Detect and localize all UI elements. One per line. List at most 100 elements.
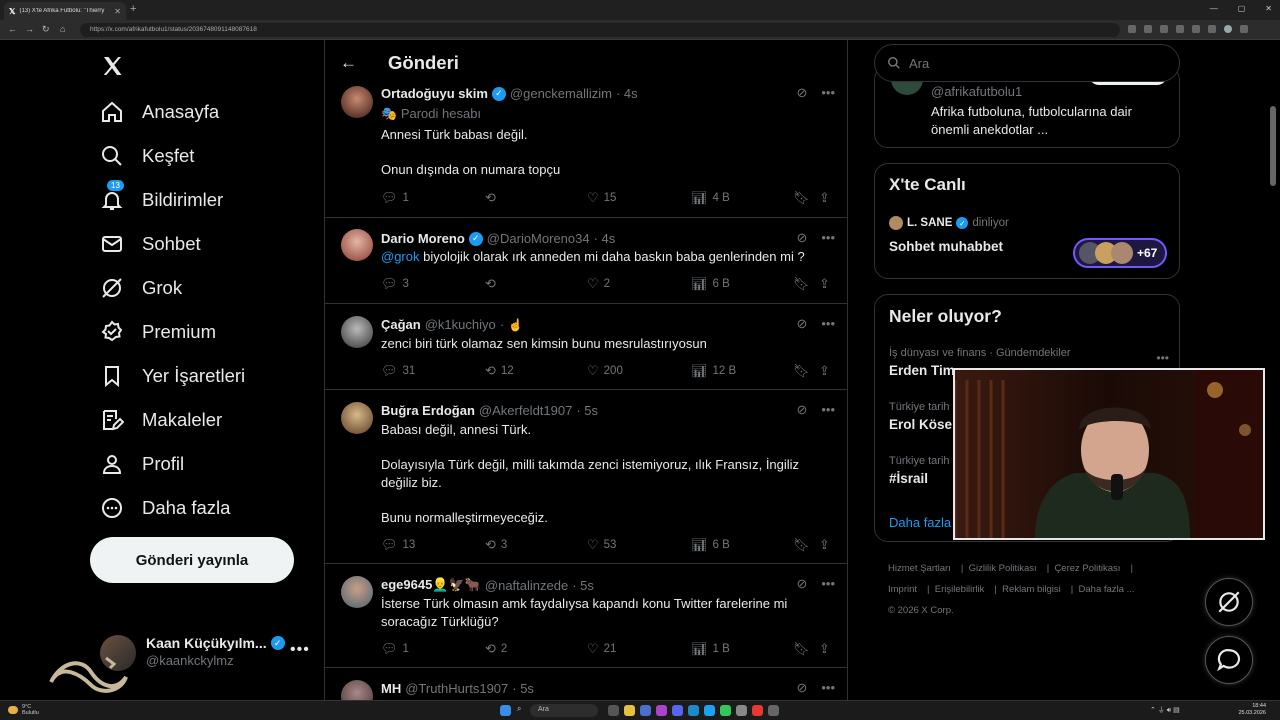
extension-icon[interactable] (1144, 25, 1152, 33)
new-tab-button[interactable]: + (130, 3, 136, 15)
space-listeners[interactable]: +67 (1073, 238, 1167, 268)
browser-menu-icon[interactable] (1240, 25, 1248, 33)
reply-tweet[interactable]: MH @TruthHurts1907 · 5s ⊘ ••• (325, 668, 847, 700)
trend-item[interactable]: Türkiye tarih #İsrail (889, 455, 950, 486)
sidebar-item-messages[interactable]: Sohbet (100, 232, 201, 256)
app-icon[interactable] (752, 705, 763, 716)
tab-close-icon[interactable]: ✕ (114, 7, 121, 16)
reply-button[interactable]: 💬︎ 1 (381, 190, 409, 206)
search-input[interactable] (909, 55, 1159, 71)
weather-widget[interactable]: 9°C Bulutlu (22, 704, 39, 716)
tweet-time[interactable]: · 4s (594, 231, 616, 246)
grok-icon[interactable]: ⊘ (796, 680, 807, 696)
avatar[interactable] (341, 316, 373, 348)
reply-tweet[interactable]: Buğra Erdoğan @Akerfeldt1907 · 5s ⊘ ••• … (325, 390, 847, 564)
extension-icon[interactable] (1128, 25, 1136, 33)
app-icon[interactable] (656, 705, 667, 716)
grok-icon[interactable]: ⊘ (796, 576, 807, 592)
bookmark-button[interactable]: 🔖︎ (793, 363, 810, 379)
app-icon[interactable] (608, 705, 619, 716)
taskbar-clock[interactable]: 18:44 25.03.2026 (1238, 703, 1266, 717)
views-button[interactable]: 📊︎ 1 B (691, 641, 730, 657)
tweet-time[interactable]: · 5s (576, 403, 598, 418)
bookmark-button[interactable]: 🔖︎ (793, 641, 810, 657)
share-button[interactable]: ⇪ (819, 190, 830, 206)
tweet-more-icon[interactable]: ••• (821, 680, 835, 696)
footer-link[interactable]: Çerez Politikası (1054, 563, 1120, 574)
retweet-button[interactable]: ⟲ 12 (485, 363, 514, 379)
sidebar-item-home[interactable]: Anasayfa (100, 100, 219, 124)
tweet-time[interactable]: · 5s (572, 578, 594, 593)
bookmark-button[interactable]: 🔖︎ (793, 537, 810, 553)
author-handle[interactable]: @naftalinzede (485, 578, 568, 593)
extension-icon[interactable] (1192, 25, 1200, 33)
footer-link[interactable]: Hizmet Şartları (888, 563, 951, 574)
like-button[interactable]: ♡ 200 (587, 363, 623, 379)
app-icon[interactable] (688, 705, 699, 716)
sidebar-item-premium[interactable]: Premium (100, 320, 216, 344)
bookmark-button[interactable]: 🔖︎ (793, 190, 810, 206)
browser-profile-avatar[interactable] (1224, 25, 1232, 33)
reply-tweet[interactable]: Dario Moreno ✓ @DarioMoreno34 · 4s ⊘ •••… (325, 218, 847, 304)
reply-button[interactable]: 💬︎ 1 (381, 641, 409, 657)
grok-icon[interactable]: ⊘ (796, 85, 807, 101)
forward-nav-button[interactable]: → (25, 24, 34, 34)
extension-icon[interactable] (1160, 25, 1168, 33)
back-nav-button[interactable]: ← (8, 24, 17, 34)
home-nav-button[interactable]: ⌂ (60, 24, 65, 34)
trend-more-icon[interactable]: ••• (1156, 351, 1169, 365)
reply-button[interactable]: 💬︎ 3 (381, 276, 409, 292)
post-button[interactable]: Gönderi yayınla (90, 537, 294, 583)
tweet-more-icon[interactable]: ••• (821, 316, 835, 332)
retweet-button[interactable]: ⟲ 3 (485, 537, 507, 553)
profile-handle[interactable]: @afrikafutbolu1 (931, 84, 1022, 99)
system-tray-icons[interactable]: ⌃ ⏚ 🔊︎ ▤ (1150, 705, 1180, 715)
like-button[interactable]: ♡ 2 (587, 276, 610, 292)
footer-link[interactable]: Reklam bilgisi (1002, 584, 1061, 595)
sidebar-item-grok[interactable]: Grok (100, 276, 182, 300)
grok-icon[interactable]: ⊘ (796, 402, 807, 418)
windows-start-icon[interactable] (500, 705, 511, 716)
tweet-time[interactable]: · 5s (512, 681, 534, 696)
author-name[interactable]: ege9645👱‍♂️🦅🐂 (381, 577, 481, 593)
tweet-more-icon[interactable]: ••• (821, 85, 835, 101)
like-button[interactable]: ♡ 15 (587, 190, 616, 206)
tweet-more-icon[interactable]: ••• (821, 402, 835, 418)
views-button[interactable]: 📊︎ 6 B (691, 537, 730, 553)
share-button[interactable]: ⇪ (819, 363, 830, 379)
sidebar-item-articles[interactable]: Makaleler (100, 408, 222, 432)
views-button[interactable]: 📊︎ 6 B (691, 276, 730, 292)
footer-link[interactable]: Gizlilik Politikası (969, 563, 1037, 574)
author-handle[interactable]: @genckemallizim (510, 86, 612, 101)
avatar[interactable] (341, 576, 373, 608)
browser-tab[interactable]: 𝕏 (13) X'te Afrika Futbolu: "Thierry ✕ (4, 2, 126, 20)
reply-tweet[interactable]: Çağan @k1kuchiyo · ☝ ⊘ ••• zenci biri tü… (325, 304, 847, 390)
avatar[interactable] (341, 680, 373, 700)
avatar[interactable] (341, 86, 373, 118)
account-more-icon[interactable]: ••• (290, 641, 310, 659)
tweet-time[interactable]: · 4s (616, 86, 638, 101)
retweet-button[interactable]: ⟲ 2 (485, 641, 507, 657)
x-logo-icon[interactable] (101, 54, 125, 78)
tweet-more-icon[interactable]: ••• (821, 576, 835, 592)
sidebar-item-explore[interactable]: Keşfet (100, 144, 194, 168)
author-handle[interactable]: @DarioMoreno34 (487, 231, 590, 246)
space-title[interactable]: Sohbet muhabbet (889, 239, 1003, 254)
share-button[interactable]: ⇪ (819, 537, 830, 553)
reload-button[interactable]: ↻ (42, 24, 50, 35)
extension-icon[interactable] (1208, 25, 1216, 33)
like-button[interactable]: ♡ 21 (587, 641, 616, 657)
like-button[interactable]: ♡ 53 (587, 537, 616, 553)
grok-icon[interactable]: ⊘ (796, 316, 807, 332)
mention-link[interactable]: @grok (381, 249, 420, 264)
author-name[interactable]: Ortadoğuyu skim (381, 86, 488, 101)
taskbar-search[interactable]: Ara (530, 704, 598, 717)
maximize-button[interactable]: ▢ (1238, 4, 1246, 13)
author-name[interactable]: MH (381, 681, 401, 696)
author-name[interactable]: Çağan (381, 317, 421, 332)
bookmark-button[interactable]: 🔖︎ (793, 276, 810, 292)
footer-link[interactable]: Imprint (888, 584, 917, 595)
app-icon[interactable] (768, 705, 779, 716)
views-button[interactable]: 📊︎ 12 B (691, 363, 736, 379)
app-icon[interactable] (640, 705, 651, 716)
